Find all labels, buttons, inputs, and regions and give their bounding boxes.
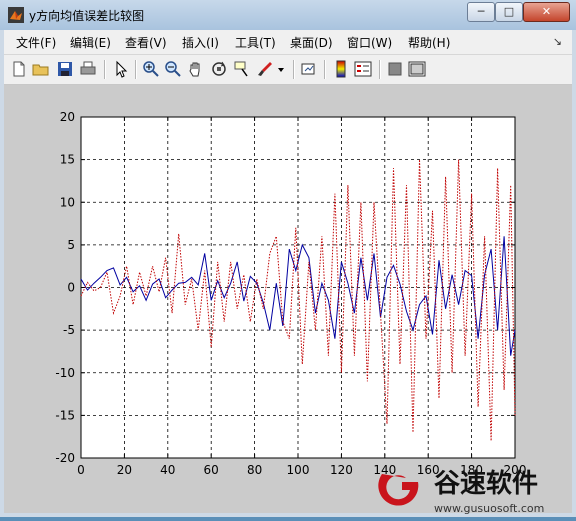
x-tick-label: 80 — [247, 463, 262, 477]
line-chart[interactable]: 0 20 40 60 80 100 120 140 160 180 20020151050-5-10… — [4, 85, 572, 513]
toolbar-separator — [324, 60, 326, 79]
matlab-figure-window: y方向均值误差比较图 ─ □ ✕ 文件(F) 编辑(E) 查看(V) 插入(I)… — [0, 0, 576, 517]
menu-help[interactable]: 帮助(H) — [408, 34, 450, 51]
window-title: y方向均值误差比较图 — [29, 9, 145, 23]
toolbar-separator — [293, 60, 295, 79]
print-icon[interactable] — [79, 60, 97, 78]
y-tick-label: 0 — [67, 281, 75, 295]
x-tick-label: 60 — [204, 463, 219, 477]
watermark-graphic: 谷速软件 www.gusuosoft.com — [378, 469, 544, 515]
watermark-g-icon — [378, 474, 419, 506]
y-tick-label: 20 — [60, 110, 75, 124]
zoom-in-icon[interactable] — [142, 60, 160, 78]
x-tick-label: 100 — [287, 463, 310, 477]
menu-window[interactable]: 窗口(W) — [347, 34, 392, 51]
hide-plot-tools-icon[interactable] — [386, 60, 404, 78]
watermark-url: www.gusuosoft.com — [434, 502, 544, 515]
y-tick-label: -10 — [55, 366, 75, 380]
minimize-button[interactable]: ─ — [467, 2, 495, 22]
y-tick-label: 5 — [67, 238, 75, 252]
y-tick-label: 15 — [60, 153, 75, 167]
save-icon[interactable] — [56, 60, 74, 78]
dock-arrow-icon[interactable]: ↘ — [553, 35, 562, 48]
dropdown-icon[interactable] — [276, 60, 286, 78]
toolbar-separator — [104, 60, 106, 79]
open-file-icon[interactable] — [32, 60, 50, 78]
watermark-logo: 谷速软件 www.gusuosoft.com — [376, 462, 576, 517]
menu-file[interactable]: 文件(F) — [16, 34, 56, 51]
link-plot-icon[interactable] — [300, 60, 318, 78]
x-tick-label: 40 — [160, 463, 175, 477]
pan-hand-icon[interactable] — [187, 60, 205, 78]
x-tick-label: 120 — [330, 463, 353, 477]
new-figure-icon[interactable] — [10, 60, 28, 78]
y-tick-label: -20 — [55, 451, 75, 465]
brush-icon[interactable] — [256, 60, 274, 78]
close-button[interactable]: ✕ — [523, 2, 570, 22]
show-plot-tools-icon[interactable] — [408, 60, 426, 78]
matlab-logo-icon — [8, 7, 24, 23]
menu-tools[interactable]: 工具(T) — [235, 34, 276, 51]
rotate-3d-icon[interactable] — [210, 60, 228, 78]
toolbar-separator — [379, 60, 381, 79]
y-tick-label: 10 — [60, 195, 75, 209]
colorbar-icon[interactable] — [332, 60, 350, 78]
figure-toolbar — [4, 55, 572, 85]
menu-view[interactable]: 查看(V) — [125, 34, 167, 51]
figure-canvas: 0 20 40 60 80 100 120 140 160 180 200 20 15 10 5 0 -5 -10… — [4, 85, 572, 513]
watermark-brand: 谷速软件 — [434, 469, 538, 499]
y-tick-label: -5 — [63, 323, 75, 337]
data-cursor-icon[interactable] — [233, 60, 251, 78]
menu-insert[interactable]: 插入(I) — [182, 34, 219, 51]
select-arrow-icon[interactable] — [112, 60, 130, 78]
maximize-button[interactable]: □ — [495, 2, 523, 22]
title-bar[interactable]: y方向均值误差比较图 ─ □ ✕ — [0, 0, 576, 30]
menu-bar: 文件(F) 编辑(E) 查看(V) 插入(I) 工具(T) 桌面(D) 窗口(W… — [4, 30, 572, 55]
x-tick-label: 20 — [117, 463, 132, 477]
toolbar-separator — [135, 60, 137, 79]
zoom-out-icon[interactable] — [164, 60, 182, 78]
x-tick-label: 0 — [77, 463, 85, 477]
menu-desktop[interactable]: 桌面(D) — [290, 34, 333, 51]
y-tick-label: -15 — [55, 408, 75, 422]
menu-edit[interactable]: 编辑(E) — [70, 34, 111, 51]
legend-icon[interactable] — [354, 60, 372, 78]
